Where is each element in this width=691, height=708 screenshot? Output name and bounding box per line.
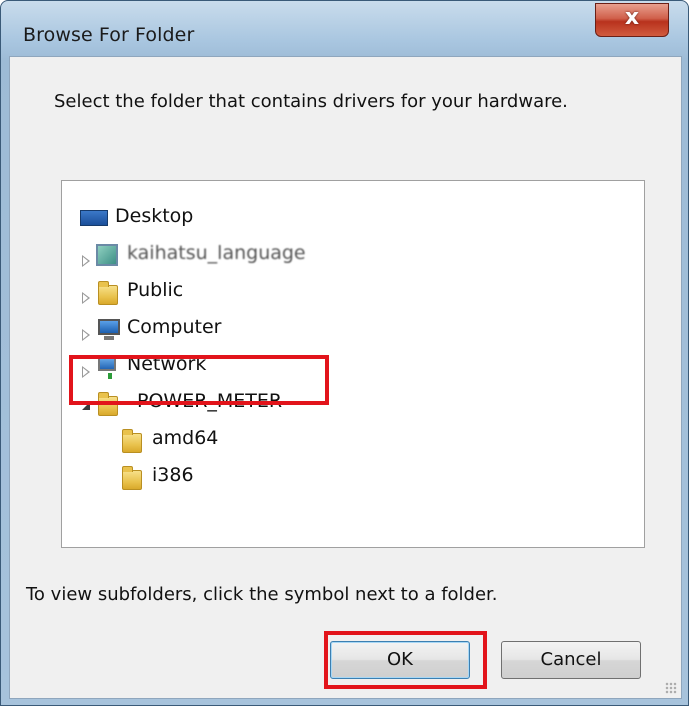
folder-icon bbox=[98, 281, 118, 305]
tree-item-label: Public bbox=[127, 279, 184, 301]
close-button[interactable]: x bbox=[595, 3, 669, 37]
highlight-box-selected-folder bbox=[69, 355, 329, 405]
desktop-icon bbox=[80, 210, 108, 226]
instruction-text: Select the folder that contains drivers … bbox=[54, 91, 568, 112]
computer-icon bbox=[98, 319, 120, 340]
folder-icon bbox=[122, 429, 142, 453]
window-title: Browse For Folder bbox=[23, 24, 195, 46]
folder-icon bbox=[122, 466, 142, 490]
browse-for-folder-window: Browse For Folder x Select the folder th… bbox=[0, 0, 689, 706]
highlight-box-ok-button bbox=[324, 631, 487, 689]
expand-arrow-icon[interactable] bbox=[82, 329, 90, 341]
resize-grip[interactable] bbox=[665, 682, 677, 694]
tree-item-label: amd64 bbox=[152, 427, 219, 449]
tree-item-label: kaihatsu_language bbox=[127, 242, 306, 264]
subfolder-hint-text: To view subfolders, click the symbol nex… bbox=[26, 584, 498, 605]
tree-item-label: i386 bbox=[152, 464, 194, 486]
tree-item-label: Computer bbox=[127, 316, 222, 338]
user-folder-icon bbox=[96, 244, 118, 266]
close-icon: x bbox=[624, 5, 640, 30]
expand-arrow-icon[interactable] bbox=[82, 292, 90, 304]
tree-item-label: Desktop bbox=[115, 205, 194, 227]
cancel-button[interactable]: Cancel bbox=[501, 641, 641, 679]
expand-arrow-icon[interactable] bbox=[82, 255, 90, 267]
